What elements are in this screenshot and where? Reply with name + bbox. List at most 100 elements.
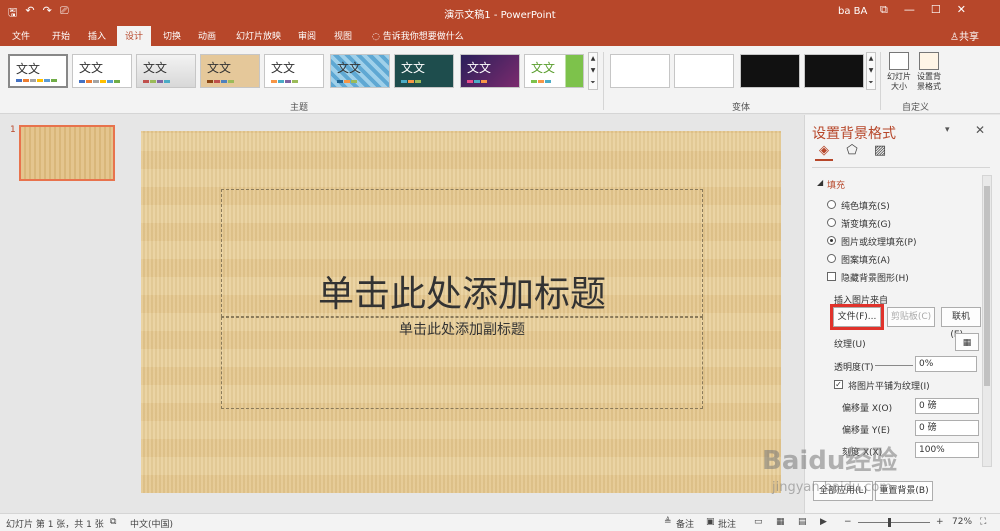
effects-pentagon-icon[interactable]: ⬠ <box>843 143 861 161</box>
tell-me-search[interactable]: ◌ 告诉我你想要做什么 <box>372 29 464 42</box>
tab-home[interactable]: 开始 <box>52 29 70 42</box>
customize-group-label: 自定义 <box>902 103 930 113</box>
theme-green[interactable]: 文文 <box>524 54 584 88</box>
normal-view-icon[interactable]: ▭ <box>754 517 763 527</box>
zoom-level[interactable]: 72% <box>952 517 972 527</box>
fit-slide-icon[interactable]: ⛶ <box>980 517 986 527</box>
minimize-icon[interactable]: — <box>904 3 915 17</box>
collapse-triangle-icon[interactable]: ◢ <box>817 178 823 187</box>
transparency-input[interactable]: 0% <box>915 356 977 372</box>
format-background-button[interactable]: 设置背景格式 <box>914 52 944 92</box>
theme-office-2[interactable]: 文文 <box>72 54 132 88</box>
pane-options-icon[interactable]: ▾ <box>945 125 950 135</box>
tab-transitions[interactable]: 切换 <box>163 29 181 42</box>
variant-1[interactable] <box>610 54 670 88</box>
clipboard-button[interactable]: 剪贴板(C) <box>887 307 935 327</box>
fill-section-header[interactable]: 填充 <box>827 178 845 191</box>
gradient-fill-label[interactable]: 渐变填充(G) <box>841 217 891 230</box>
tab-slideshow[interactable]: 幻灯片放映 <box>236 29 281 42</box>
ribbon-display-icon[interactable]: ⧉ <box>880 3 888 17</box>
design-ribbon: 文文 文文 文文 文文 文文 文文 文文 文文 文文 ▲ ▼ ⏷ 主题 ▲ ▼ ⏷ 变体 <box>0 46 1000 156</box>
hide-graphics-checkbox[interactable] <box>827 272 836 281</box>
solid-fill-radio[interactable] <box>827 200 836 209</box>
slide-sorter-icon[interactable]: ▦ <box>776 517 785 527</box>
tab-file[interactable]: 文件 <box>12 29 30 42</box>
theme-pattern[interactable]: 文文 <box>330 54 390 88</box>
share-button[interactable]: ♙共享 <box>950 28 979 43</box>
zoom-slider[interactable] <box>858 522 930 523</box>
slide-count: 幻灯片 第 1 张，共 1 张 <box>6 520 104 530</box>
picture-fill-label[interactable]: 图片或纹理填充(P) <box>841 235 916 248</box>
tab-insert[interactable]: 插入 <box>88 29 106 42</box>
pane-scrollbar[interactable] <box>982 175 992 467</box>
scrollbar-thumb[interactable] <box>984 186 990 386</box>
tab-design[interactable]: 设计 <box>117 26 152 46</box>
zoom-out-icon[interactable]: − <box>844 517 852 527</box>
transparency-slider[interactable] <box>875 365 913 366</box>
theme-sample-text: 文文 <box>79 61 104 75</box>
user-name[interactable]: ba BA <box>838 6 867 17</box>
theme-sample-text: 文文 <box>531 61 556 75</box>
zoom-in-icon[interactable]: + <box>936 517 944 527</box>
close-icon[interactable]: ✕ <box>975 123 985 137</box>
transparency-label: 透明度(T) <box>834 363 874 373</box>
scale-x-input[interactable]: 100% <box>915 442 979 458</box>
language-status[interactable]: 中文(中国) <box>130 517 173 530</box>
pattern-fill-radio[interactable] <box>827 254 836 263</box>
ribbon-tabs: 文件 开始 插入 设计 切换 动画 幻灯片放映 审阅 视图 ◌ 告诉我你想要做什… <box>0 24 1000 46</box>
reading-view-icon[interactable]: ▤ <box>798 517 807 527</box>
variant-3[interactable] <box>740 54 800 88</box>
slide-size-button[interactable]: 幻灯片大小 <box>884 52 914 92</box>
theme-dark-teal[interactable]: 文文 <box>394 54 454 88</box>
theme-facet[interactable]: 文文 <box>136 54 196 88</box>
variant-4[interactable] <box>804 54 864 88</box>
theme-sample-text: 文文 <box>143 61 168 75</box>
variant-2[interactable] <box>674 54 734 88</box>
theme-color-bars <box>271 80 298 83</box>
group-divider <box>880 52 881 110</box>
tab-view[interactable]: 视图 <box>334 29 352 42</box>
window-controls: ⧉ — ☐ ✕ <box>880 3 966 17</box>
tile-checkbox[interactable]: ✓ <box>834 380 843 389</box>
pattern-fill-label[interactable]: 图案填充(A) <box>841 253 890 266</box>
slideshow-view-icon[interactable]: ▶ <box>820 517 827 527</box>
slide[interactable]: 单击此处添加标题 单击此处添加副标题 <box>141 131 781 493</box>
picture-fill-radio[interactable] <box>827 236 836 245</box>
spellcheck-icon[interactable]: ⧉ <box>110 517 116 527</box>
theme-purple[interactable]: 文文 <box>460 54 520 88</box>
tile-label[interactable]: 将图片平铺为纹理(I) <box>848 379 930 392</box>
theme-ion[interactable]: 文文 <box>264 54 324 88</box>
maximize-icon[interactable]: ☐ <box>931 3 941 17</box>
slide-subtitle-text[interactable]: 单击此处添加副标题 <box>221 319 703 339</box>
comments-button[interactable]: 批注 <box>718 517 736 530</box>
picture-icon[interactable]: ▨ <box>871 143 889 161</box>
offset-x-input[interactable]: 0 磅 <box>915 398 979 414</box>
variants-gallery-scroll[interactable]: ▲ ▼ ⏷ <box>866 52 876 90</box>
hide-graphics-label[interactable]: 隐藏背景图形(H) <box>841 271 909 284</box>
lightbulb-icon: ◌ <box>372 32 383 42</box>
fill-bucket-icon[interactable]: ◈ <box>815 143 833 161</box>
close-icon[interactable]: ✕ <box>957 3 966 17</box>
insert-from-label: 插入图片来自 <box>834 296 889 306</box>
theme-color-bars <box>143 80 170 83</box>
solid-fill-label[interactable]: 纯色填充(S) <box>841 199 890 212</box>
tab-animations[interactable]: 动画 <box>198 29 216 42</box>
slide-thumbnail[interactable] <box>19 125 115 181</box>
online-button[interactable]: 联机(E)... <box>941 307 981 340</box>
texture-dropdown[interactable]: ▦ <box>955 333 979 351</box>
format-background-label: 设置背景格式 <box>917 72 941 91</box>
theme-office[interactable]: 文文 <box>8 54 68 88</box>
offset-y-input[interactable]: 0 磅 <box>915 420 979 436</box>
slide-editing-area: 单击此处添加标题 单击此处添加副标题 <box>128 115 804 513</box>
notes-button[interactable]: 备注 <box>676 517 694 530</box>
variants-group-label: 变体 <box>732 103 751 113</box>
zoom-slider-thumb[interactable] <box>888 518 891 527</box>
theme-wood[interactable]: 文文 <box>200 54 260 88</box>
theme-color-bars <box>16 79 57 82</box>
gradient-fill-radio[interactable] <box>827 218 836 227</box>
tab-review[interactable]: 审阅 <box>298 29 316 42</box>
tell-me-label: 告诉我你想要做什么 <box>382 32 464 42</box>
file-button[interactable]: 文件(F)... <box>830 304 884 330</box>
slide-title-text[interactable]: 单击此处添加标题 <box>221 265 703 317</box>
themes-gallery-scroll[interactable]: ▲ ▼ ⏷ <box>588 52 598 90</box>
